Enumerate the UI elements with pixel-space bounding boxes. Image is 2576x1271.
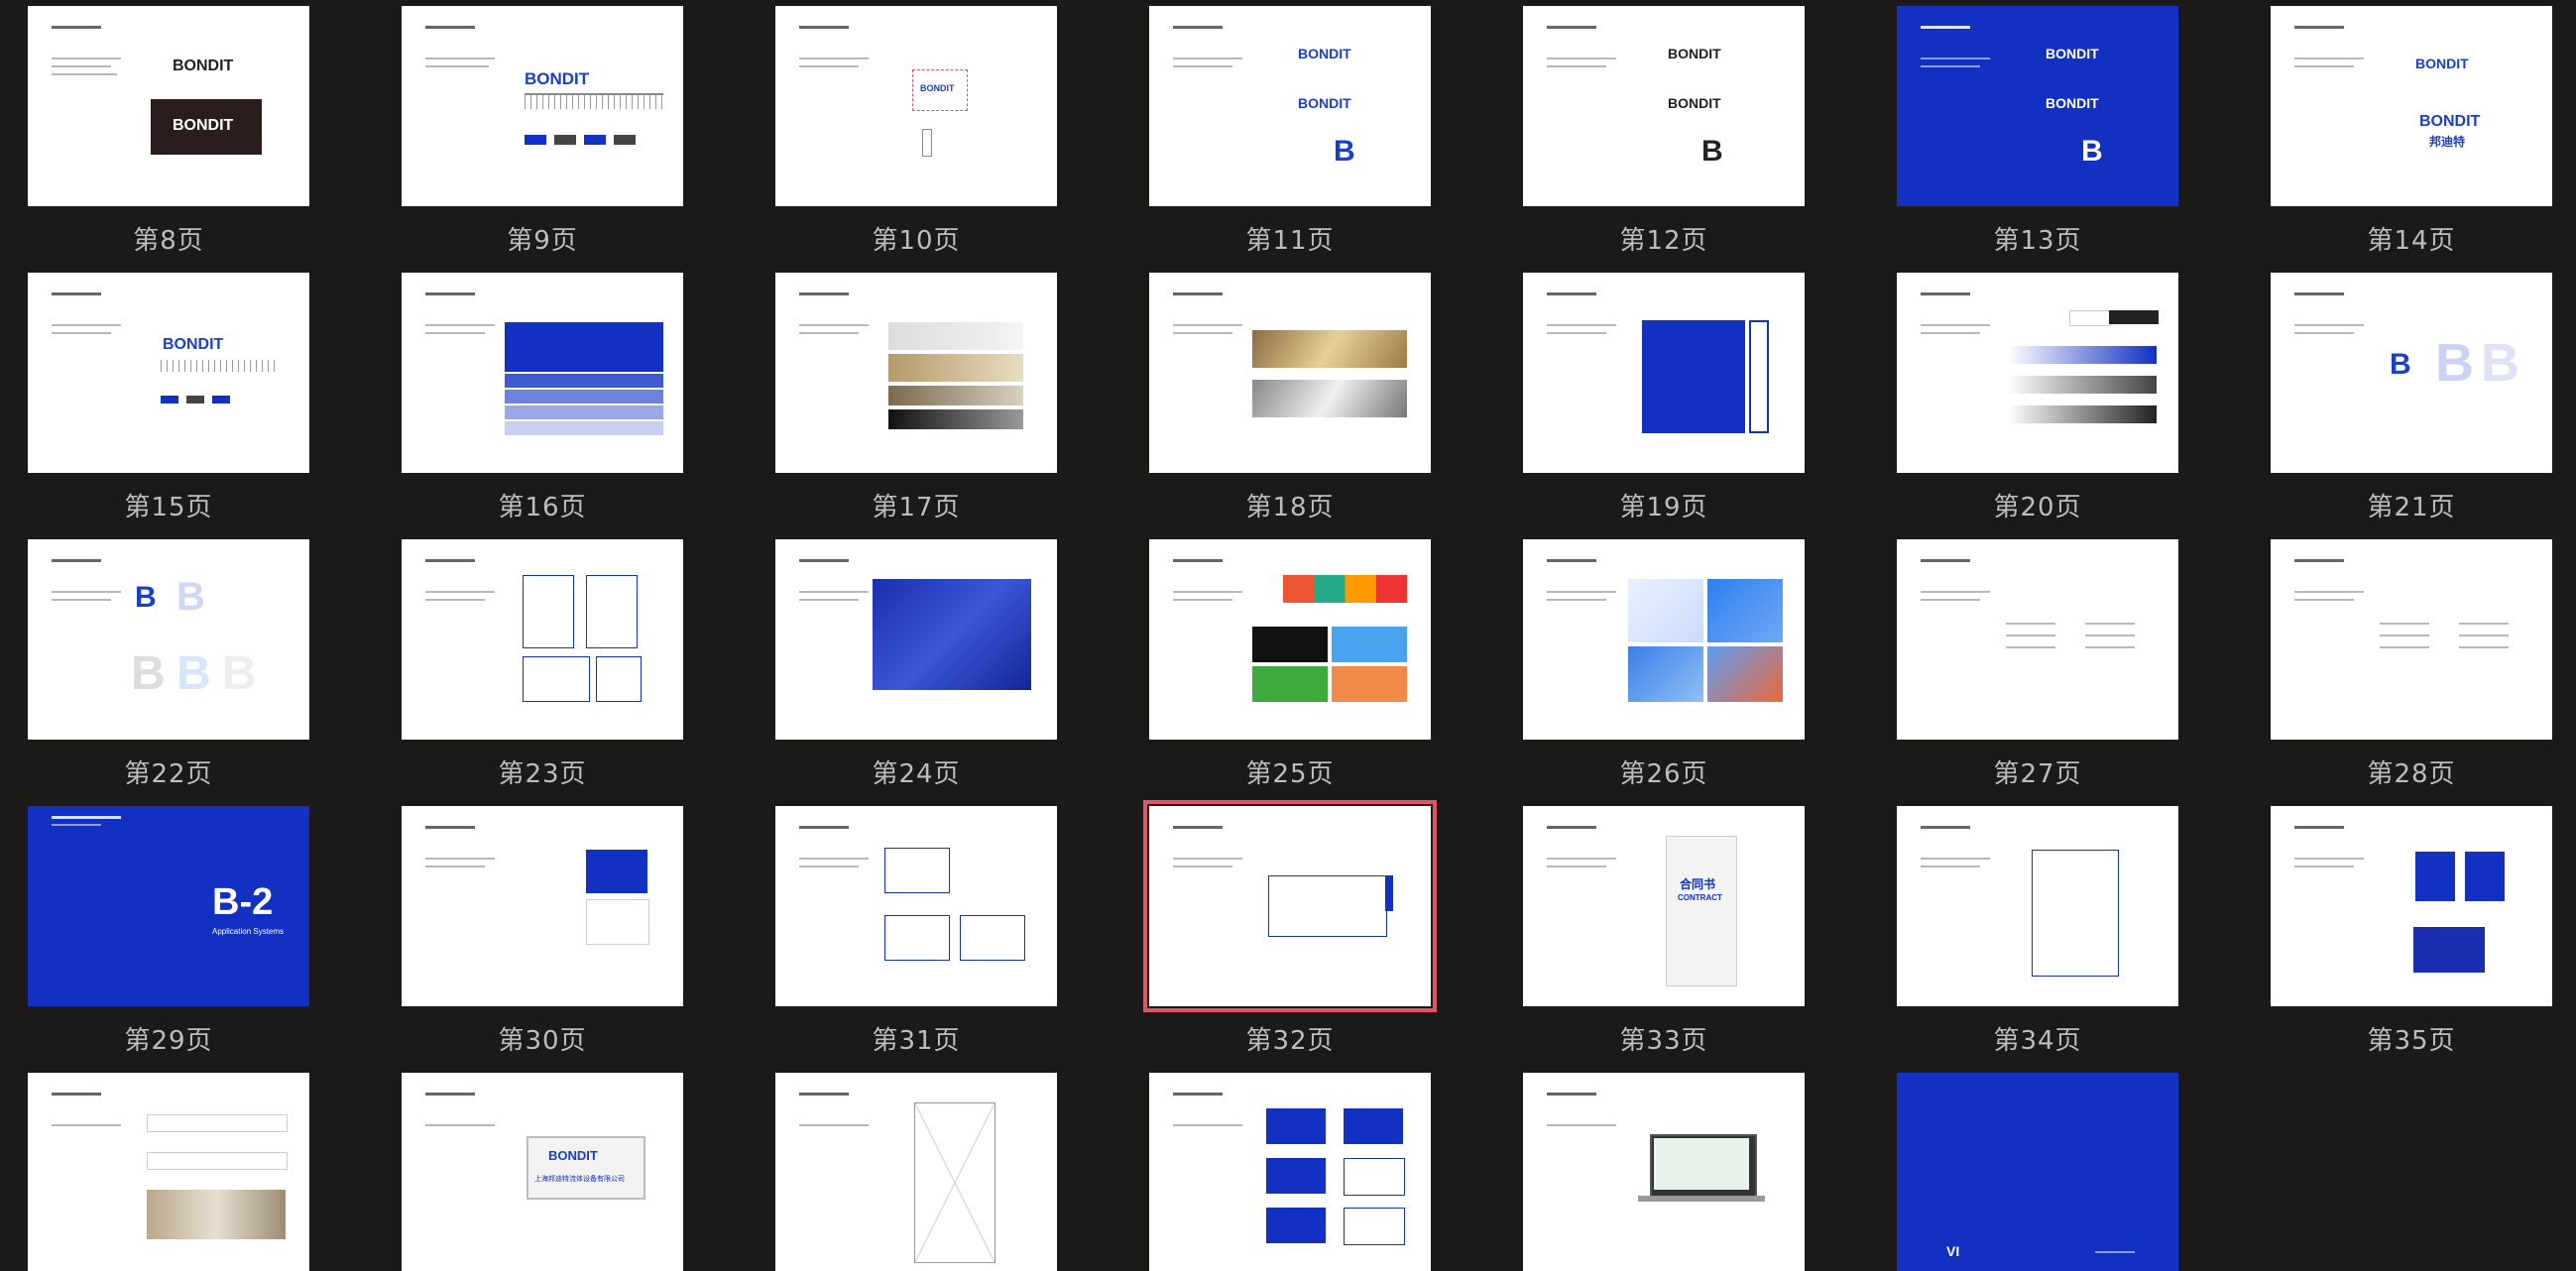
bondit-logo-reversed: BONDIT bbox=[173, 117, 234, 134]
thumbnail-image bbox=[1149, 1073, 1431, 1271]
thumbnail-image bbox=[28, 1073, 309, 1271]
thumbnail-image: BONDIT bbox=[775, 6, 1057, 206]
page-label: 第21页 bbox=[2367, 493, 2456, 522]
thumbnail-image: B B B bbox=[2271, 273, 2552, 473]
thumbnail-image bbox=[1143, 800, 1437, 1012]
page-label: 第26页 bbox=[1619, 759, 1708, 789]
page-label: 第32页 bbox=[1245, 1026, 1335, 1056]
contract-cn-title: 合同书 bbox=[1680, 877, 1716, 891]
thumbnail-image bbox=[775, 539, 1057, 740]
b-mark-outline-icon: B bbox=[176, 647, 211, 700]
company-name: 上海邦迪特流体设备有限公司 bbox=[534, 1176, 625, 1183]
bondit-logo: BONDIT bbox=[525, 69, 590, 88]
b-mark-outline-icon: B bbox=[131, 647, 166, 700]
b-mark-icon: B bbox=[2081, 135, 2103, 168]
bondit-logo: BONDIT bbox=[2046, 95, 2099, 111]
bondit-logo: BONDIT bbox=[548, 1148, 598, 1163]
bondit-logo: BONDIT bbox=[2415, 56, 2469, 71]
bondit-logo: BONDIT bbox=[920, 83, 955, 93]
page-label: 第30页 bbox=[498, 1026, 587, 1056]
thumbnail-image: 合同书 CONTRACT bbox=[1523, 806, 1805, 1006]
page-label: 第14页 bbox=[2367, 226, 2456, 256]
bondit-logo: BONDIT bbox=[1668, 46, 1721, 61]
page-label: 第33页 bbox=[1619, 1026, 1708, 1056]
page-label: 第31页 bbox=[872, 1026, 961, 1056]
page-label: 第27页 bbox=[1993, 759, 2082, 789]
thumbnail-image: BONDIT BONDIT B bbox=[1523, 6, 1805, 206]
bondit-cn-logo: 邦迪特 bbox=[2429, 135, 2466, 149]
bondit-logo: BONDIT bbox=[2046, 46, 2099, 61]
thumbnail-image bbox=[775, 273, 1057, 473]
thumbnail-image bbox=[402, 806, 683, 1006]
page-label: 第17页 bbox=[872, 493, 961, 522]
page-label: 第11页 bbox=[1245, 226, 1335, 256]
thumbnail-image bbox=[1897, 539, 2178, 740]
bondit-logo: BONDIT bbox=[2419, 113, 2481, 130]
bondit-logo: BONDIT bbox=[1298, 46, 1351, 61]
page-thumbnail-grid: BONDIT BONDIT 第8页 BONDIT 第9页 BONDIT 第10页… bbox=[0, 0, 2576, 1271]
thumbnail-image bbox=[402, 539, 683, 740]
thumbnail-image: VI bbox=[1897, 1073, 2178, 1271]
bondit-logo: BONDIT bbox=[1668, 95, 1721, 111]
section-subtitle: Application Systems bbox=[212, 927, 285, 936]
page-label: 第25页 bbox=[1245, 759, 1335, 789]
page-label: 第16页 bbox=[498, 493, 587, 522]
page-label: 第20页 bbox=[1993, 493, 2082, 522]
thumbnail-image: BONDIT bbox=[402, 6, 683, 206]
page-label: 第10页 bbox=[872, 226, 961, 256]
thumbnail-image: BONDIT BONDIT B bbox=[1897, 6, 2178, 206]
b-mark-outline-icon: B bbox=[176, 575, 205, 619]
page-label: 第22页 bbox=[124, 759, 213, 789]
thumbnail-image bbox=[1897, 273, 2178, 473]
thumbnail-image bbox=[1523, 539, 1805, 740]
b-mark-icon: B bbox=[1701, 135, 1723, 168]
thumbnail-image bbox=[1149, 539, 1431, 740]
thumbnail-image bbox=[775, 1073, 1057, 1271]
thumbnail-image bbox=[1523, 273, 1805, 473]
thumbnail-image: BONDIT bbox=[28, 273, 309, 473]
b-mark-icon: B bbox=[1334, 135, 1355, 168]
page-label: 第12页 bbox=[1619, 226, 1708, 256]
bondit-logo: BONDIT bbox=[173, 58, 234, 74]
vi-mark: VI bbox=[1946, 1243, 1960, 1259]
page-label: 第8页 bbox=[133, 226, 204, 256]
page-label: 第34页 bbox=[1993, 1026, 2082, 1056]
thumbnail-image: B-2 Application Systems bbox=[28, 806, 309, 1006]
page-label: 第35页 bbox=[2367, 1026, 2456, 1056]
page-label: 第28页 bbox=[2367, 759, 2456, 789]
page-label: 第15页 bbox=[124, 493, 213, 522]
thumbnail-image: BONDIT BONDIT B bbox=[1149, 6, 1431, 206]
thumbnail-image: BONDIT BONDIT bbox=[28, 6, 309, 206]
page-label: 第13页 bbox=[1993, 226, 2082, 256]
b-mark-outline-icon: B bbox=[2481, 333, 2519, 393]
thumbnail-image: BONDIT BONDIT 邦迪特 bbox=[2271, 6, 2552, 206]
page-label: 第23页 bbox=[498, 759, 587, 789]
thumbnail-image: BONDIT 上海邦迪特流体设备有限公司 bbox=[402, 1073, 683, 1271]
thumbnail-image: B B B B B bbox=[28, 539, 309, 740]
thumbnail-image bbox=[402, 273, 683, 473]
page-label: 第29页 bbox=[124, 1026, 213, 1056]
page-label: 第19页 bbox=[1619, 493, 1708, 522]
thumbnail-image bbox=[2271, 806, 2552, 1006]
b-mark-outline-icon: B bbox=[2435, 333, 2474, 393]
thumbnail-image bbox=[1897, 806, 2178, 1006]
section-title: B-2 bbox=[212, 881, 274, 923]
page-label: 第18页 bbox=[1245, 493, 1335, 522]
page-label: 第9页 bbox=[507, 226, 578, 256]
page-label: 第24页 bbox=[872, 759, 961, 789]
thumbnail-image bbox=[1523, 1073, 1805, 1271]
bondit-logo: BONDIT bbox=[163, 336, 224, 353]
b-mark-icon: B bbox=[135, 581, 157, 614]
thumbnail-image bbox=[1149, 273, 1431, 473]
thumbnail-image bbox=[2271, 539, 2552, 740]
b-mark-outline-icon: B bbox=[222, 647, 257, 700]
bondit-logo: BONDIT bbox=[1298, 95, 1351, 111]
contract-en-title: CONTRACT bbox=[1678, 893, 1722, 902]
b-mark-icon: B bbox=[2390, 348, 2411, 381]
thumbnail-image bbox=[775, 806, 1057, 1006]
